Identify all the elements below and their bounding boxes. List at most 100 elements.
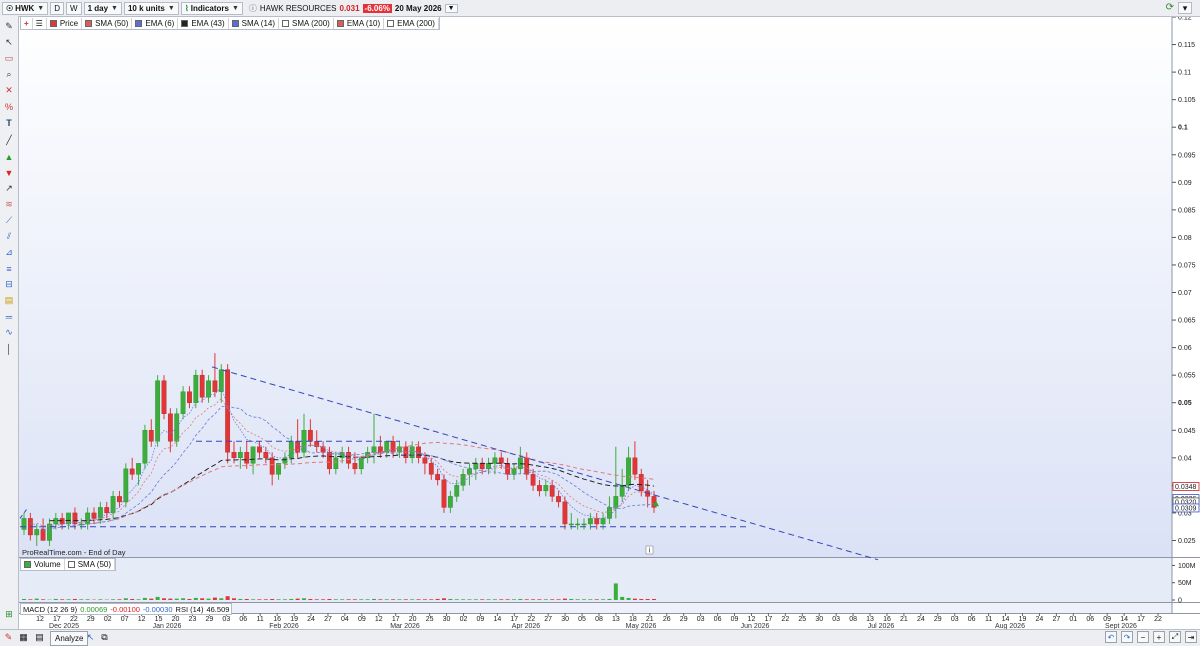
crosshair-icon[interactable]: ✎ <box>2 20 16 33</box>
add-indicator-icon[interactable]: + <box>21 18 33 29</box>
color-swatch <box>50 20 57 27</box>
weekly-mode-button[interactable]: W <box>66 2 82 15</box>
candle-body <box>588 518 592 524</box>
cursor-icon[interactable]: ↖ <box>84 631 97 644</box>
expand-icon[interactable]: ⊞ <box>2 608 16 621</box>
macd-label[interactable]: MACD (12 26 9) <box>23 605 77 614</box>
price-legend-item[interactable]: EMA (6) <box>132 18 178 29</box>
date-tick-label: 17 <box>764 616 772 623</box>
curve-icon[interactable]: ∿ <box>2 326 16 339</box>
candle-body <box>92 513 96 519</box>
arrow-tool-icon[interactable]: ↗ <box>2 182 16 195</box>
zoom-in-icon[interactable]: + <box>1153 631 1165 643</box>
analyze-button[interactable]: Analyze <box>50 631 88 646</box>
symbol-selector[interactable]: ☉HWK▼ <box>2 2 48 15</box>
buy-arrow-icon[interactable]: ▲ <box>2 150 16 163</box>
date-tick-label: 18 <box>629 616 637 623</box>
price-tick-label: 0.09 <box>1178 180 1192 187</box>
text-tool-icon[interactable]: T <box>2 116 16 129</box>
pointer-icon[interactable]: ↖ <box>2 36 16 49</box>
retracement-icon[interactable]: ⊟ <box>2 278 16 291</box>
undo-icon[interactable]: ↶ <box>1105 631 1117 643</box>
data-source-label: ProRealTime.com - End of Day <box>22 548 126 557</box>
date-tick-label: 14 <box>1120 616 1128 623</box>
fibonacci-icon[interactable]: ≡ <box>2 262 16 275</box>
date-tick-label: 20 <box>409 616 417 623</box>
price-tick-label: 0.05 <box>1178 400 1192 407</box>
price-legend-item[interactable]: SMA (50) <box>82 18 132 29</box>
price-legend-item[interactable]: EMA (200) <box>384 18 439 29</box>
layout-icon[interactable]: ▦ <box>17 631 30 644</box>
units-selector[interactable]: 10 k units▼ <box>124 2 179 15</box>
indicators-icon: ⌇ <box>185 4 189 13</box>
date-tick-label: 24 <box>1036 616 1044 623</box>
color-swatch <box>282 20 289 27</box>
date-tick-label: 13 <box>612 616 620 623</box>
level-icon[interactable]: ▤ <box>2 294 16 307</box>
candle-body <box>620 485 624 496</box>
date-tick-label: 30 <box>815 616 823 623</box>
daily-mode-button[interactable]: D <box>50 2 64 15</box>
date-tick-label: 22 <box>70 616 78 623</box>
zoom-icon[interactable]: ⌕ <box>2 68 16 81</box>
chevron-down-icon: ▼ <box>111 5 118 12</box>
candle-body <box>544 485 548 491</box>
price-legend-item[interactable]: Price <box>47 18 82 29</box>
volume-legend-item[interactable]: Volume <box>21 559 65 570</box>
sell-arrow-icon[interactable]: ▼ <box>2 166 16 179</box>
volume-bar <box>506 599 510 600</box>
price-legend-item[interactable]: EMA (10) <box>334 18 384 29</box>
date-tick-label: 03 <box>832 616 840 623</box>
percent-icon[interactable]: % <box>2 100 16 113</box>
grid-icon[interactable]: ▤ <box>33 631 46 644</box>
menu-icon[interactable]: ▾ <box>1178 2 1192 14</box>
date-tick-label: 19 <box>1019 616 1027 623</box>
date-tick-label: 21 <box>646 616 654 623</box>
vertical-line-icon[interactable]: │ <box>2 342 16 355</box>
price-legend-item[interactable]: SMA (200) <box>279 18 334 29</box>
parallel-lines-icon[interactable]: ⫽ <box>2 230 16 243</box>
date-tick-label: 29 <box>205 616 213 623</box>
drawing-icon[interactable]: ✎ <box>2 631 15 644</box>
zoom-out-icon[interactable]: − <box>1137 631 1149 643</box>
drawing-toolbar: ✎ ↖ ▭ ⌕ ✕ % T ╱ ▲ ▼ ↗ ≋ ⟋ ⫽ ⊿ ≡ ⊟ ▤ ═ ∿ … <box>0 16 19 629</box>
volume-bar <box>98 599 102 600</box>
fit-icon[interactable]: ⤢ <box>1169 631 1181 643</box>
line-tool-icon[interactable]: ╱ <box>2 134 16 147</box>
chart-canvas[interactable]: 0.120.1150.110.1050.10.0950.090.0850.080… <box>0 0 1200 645</box>
candle-body <box>149 430 153 441</box>
volume-legend-item[interactable]: SMA (50) <box>65 559 115 570</box>
volume-bar <box>480 599 484 600</box>
price-legend-item[interactable]: EMA (43) <box>178 18 228 29</box>
price-legend-item[interactable]: SMA (14) <box>229 18 279 29</box>
fan-icon[interactable]: ⊿ <box>2 246 16 259</box>
date-tick-label: 13 <box>866 616 874 623</box>
scroll-end-icon[interactable]: ⇥ <box>1185 631 1197 643</box>
horizontal-line-icon[interactable]: ═ <box>2 310 16 323</box>
date-tick-label: 11 <box>257 616 264 623</box>
macd-value-2: -0.00100 <box>110 605 140 614</box>
list-icon[interactable]: ☰ <box>33 18 47 29</box>
date-tick-label: 02 <box>104 616 112 623</box>
redo-icon[interactable]: ↷ <box>1121 631 1133 643</box>
date-tick-label: 17 <box>1137 616 1145 623</box>
trendline-icon[interactable]: ⟋ <box>2 214 16 227</box>
timeframe-selector[interactable]: 1 day▼ <box>84 2 122 15</box>
volume-bar <box>410 599 414 600</box>
date-tick-label: 29 <box>680 616 688 623</box>
channel-icon[interactable]: ≋ <box>2 198 16 211</box>
rsi-label[interactable]: RSI (14) <box>176 605 204 614</box>
volume-bar <box>289 599 293 600</box>
price-tick-label: 0.07 <box>1178 290 1192 297</box>
candle-body <box>499 458 503 464</box>
dropdown-icon[interactable]: ▼ <box>445 4 458 13</box>
date-tick-label: 05 <box>578 616 586 623</box>
eraser-icon[interactable]: ✕ <box>2 84 16 97</box>
compare-icon[interactable]: ⧉ <box>98 631 111 644</box>
indicators-button[interactable]: ⌇Indicators▼ <box>181 2 243 15</box>
ruler-icon[interactable]: ▭ <box>2 52 16 65</box>
candle-body <box>283 458 287 464</box>
refresh-icon[interactable]: ⟳ <box>1166 2 1174 13</box>
candle-body <box>467 469 471 475</box>
color-swatch <box>337 20 344 27</box>
